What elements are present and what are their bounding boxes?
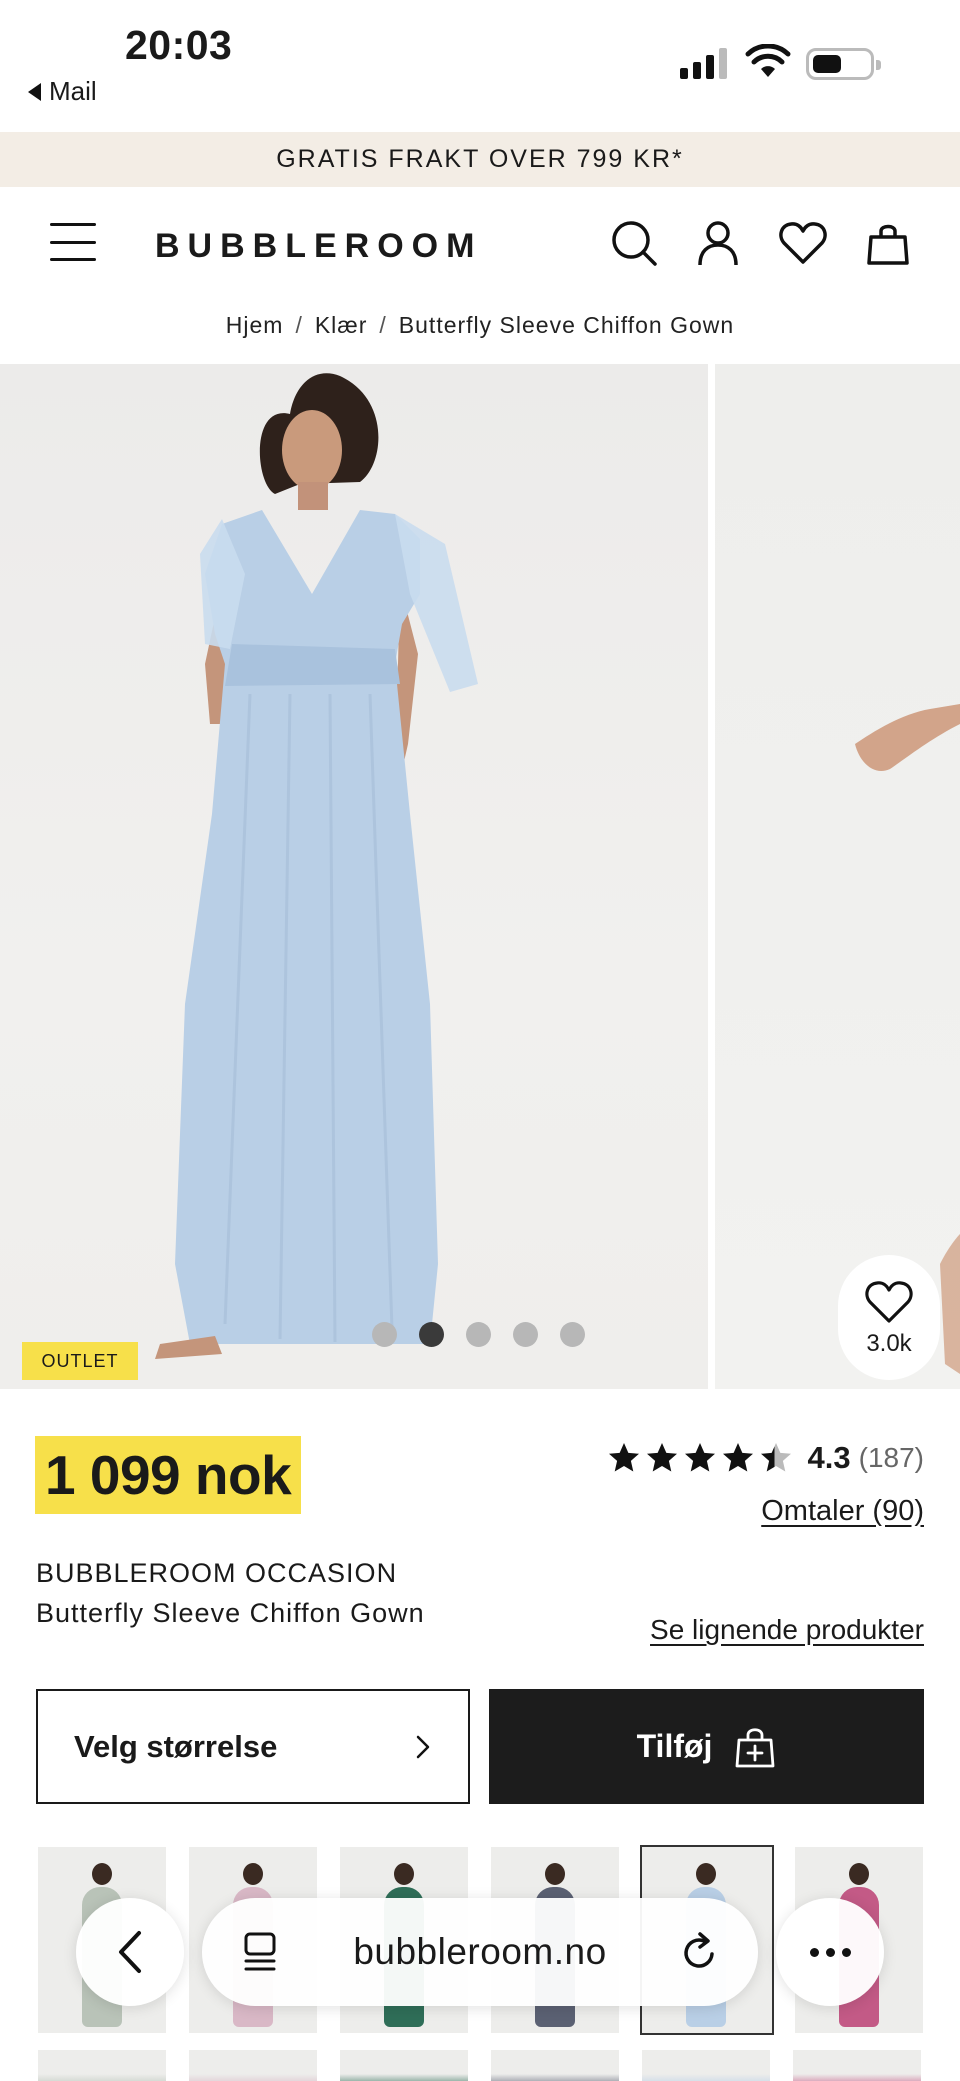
account-icon[interactable] — [692, 217, 744, 269]
address-bar-url: bubbleroom.no — [353, 1931, 607, 1972]
star-icon — [608, 1443, 639, 1472]
chevron-left-icon — [119, 1931, 141, 1973]
breadcrumb-home[interactable]: Hjem — [226, 312, 284, 339]
rating-stars — [606, 1440, 794, 1476]
variant-thumbnail[interactable] — [189, 2050, 317, 2081]
carousel-dot[interactable] — [372, 1322, 397, 1347]
star-partial-icon — [760, 1443, 791, 1472]
product-price: 1 099 nok — [35, 1436, 302, 1514]
more-dot-icon — [841, 1947, 851, 1957]
more-dot-icon — [809, 1947, 819, 1957]
search-icon[interactable] — [608, 217, 660, 269]
product-image-next[interactable] — [715, 364, 960, 1389]
product-name: Butterfly Sleeve Chiffon Gown — [36, 1598, 425, 1628]
product-gallery[interactable]: OUTLET 3.0k — [0, 364, 960, 1389]
wishlist-heart-icon — [865, 1280, 913, 1323]
wishlist-button[interactable]: 3.0k — [838, 1255, 940, 1380]
product-image-main[interactable]: OUTLET — [0, 364, 708, 1389]
star-icon — [684, 1443, 715, 1472]
breadcrumb-separator: / — [379, 311, 387, 338]
reload-icon[interactable] — [680, 1930, 720, 1974]
carousel-dots — [372, 1322, 585, 1347]
variant-thumbnail[interactable] — [38, 2050, 166, 2081]
star-icon — [722, 1443, 753, 1472]
add-to-bag-icon — [736, 1727, 775, 1767]
variant-thumbnail[interactable] — [793, 2050, 921, 2081]
more-dot-icon — [825, 1947, 835, 1957]
battery-icon — [806, 48, 881, 80]
select-size-label: Velg størrelse — [74, 1728, 278, 1764]
status-bar: 20:03 Mail — [0, 0, 960, 132]
status-time: 20:03 — [125, 22, 233, 68]
add-to-cart-label: Tilføj — [636, 1728, 713, 1764]
rating-score: 4.3 — [807, 1440, 851, 1475]
breadcrumb-clothes[interactable]: Klær — [315, 312, 368, 339]
similar-products-link[interactable]: Se lignende produkter — [650, 1614, 924, 1646]
menu-icon[interactable] — [50, 223, 96, 261]
model-in-dress-image — [155, 373, 478, 1359]
wifi-icon — [745, 44, 791, 77]
site-logo[interactable]: BUBBLEROOM — [155, 227, 482, 266]
carousel-dot[interactable] — [466, 1322, 491, 1347]
outlet-badge: OUTLET — [22, 1342, 138, 1380]
breadcrumb-current: Butterfly Sleeve Chiffon Gown — [398, 311, 735, 338]
add-to-cart-button[interactable]: Tilføj — [489, 1689, 924, 1804]
carousel-dot[interactable] — [513, 1322, 538, 1347]
address-bar[interactable]: bubbleroom.no — [202, 1898, 758, 2006]
back-to-mail[interactable]: Mail — [28, 76, 97, 107]
product-rating[interactable]: 4.3 (187) — [606, 1440, 924, 1476]
chevron-right-icon — [416, 1735, 430, 1758]
promo-banner[interactable]: GRATIS FRAKT OVER 799 KR* — [0, 132, 960, 187]
breadcrumb: Hjem / Klær / Butterfly Sleeve Chiffon G… — [0, 300, 960, 350]
variant-thumbnail[interactable] — [340, 2050, 468, 2081]
reviews-link[interactable]: Omtaler (90) — [761, 1495, 924, 1528]
back-app-label: Mail — [49, 76, 97, 106]
signal-icon — [680, 48, 727, 79]
wishlist-count: 3.0k — [866, 1329, 912, 1357]
variant-thumbnail[interactable] — [491, 2050, 619, 2081]
carousel-dot[interactable] — [560, 1322, 585, 1347]
back-arrow-icon — [28, 82, 41, 101]
select-size-button[interactable]: Velg størrelse — [36, 1689, 470, 1804]
more-options-button[interactable] — [776, 1898, 884, 2006]
product-brand[interactable]: BUBBLEROOM OCCASION — [36, 1558, 397, 1589]
carousel-dot-active[interactable] — [419, 1322, 444, 1347]
bag-icon[interactable] — [862, 217, 914, 269]
star-icon — [646, 1443, 677, 1472]
more-thumbnails — [38, 2050, 921, 2081]
reader-tabs-icon[interactable] — [240, 1930, 280, 1974]
breadcrumb-separator: / — [295, 311, 303, 338]
browser-back-button[interactable] — [76, 1898, 184, 2006]
site-header: BUBBLEROOM — [0, 187, 960, 297]
heart-icon[interactable] — [777, 217, 829, 269]
variant-thumbnail[interactable] — [642, 2050, 770, 2081]
rating-count: (187) — [858, 1442, 924, 1473]
